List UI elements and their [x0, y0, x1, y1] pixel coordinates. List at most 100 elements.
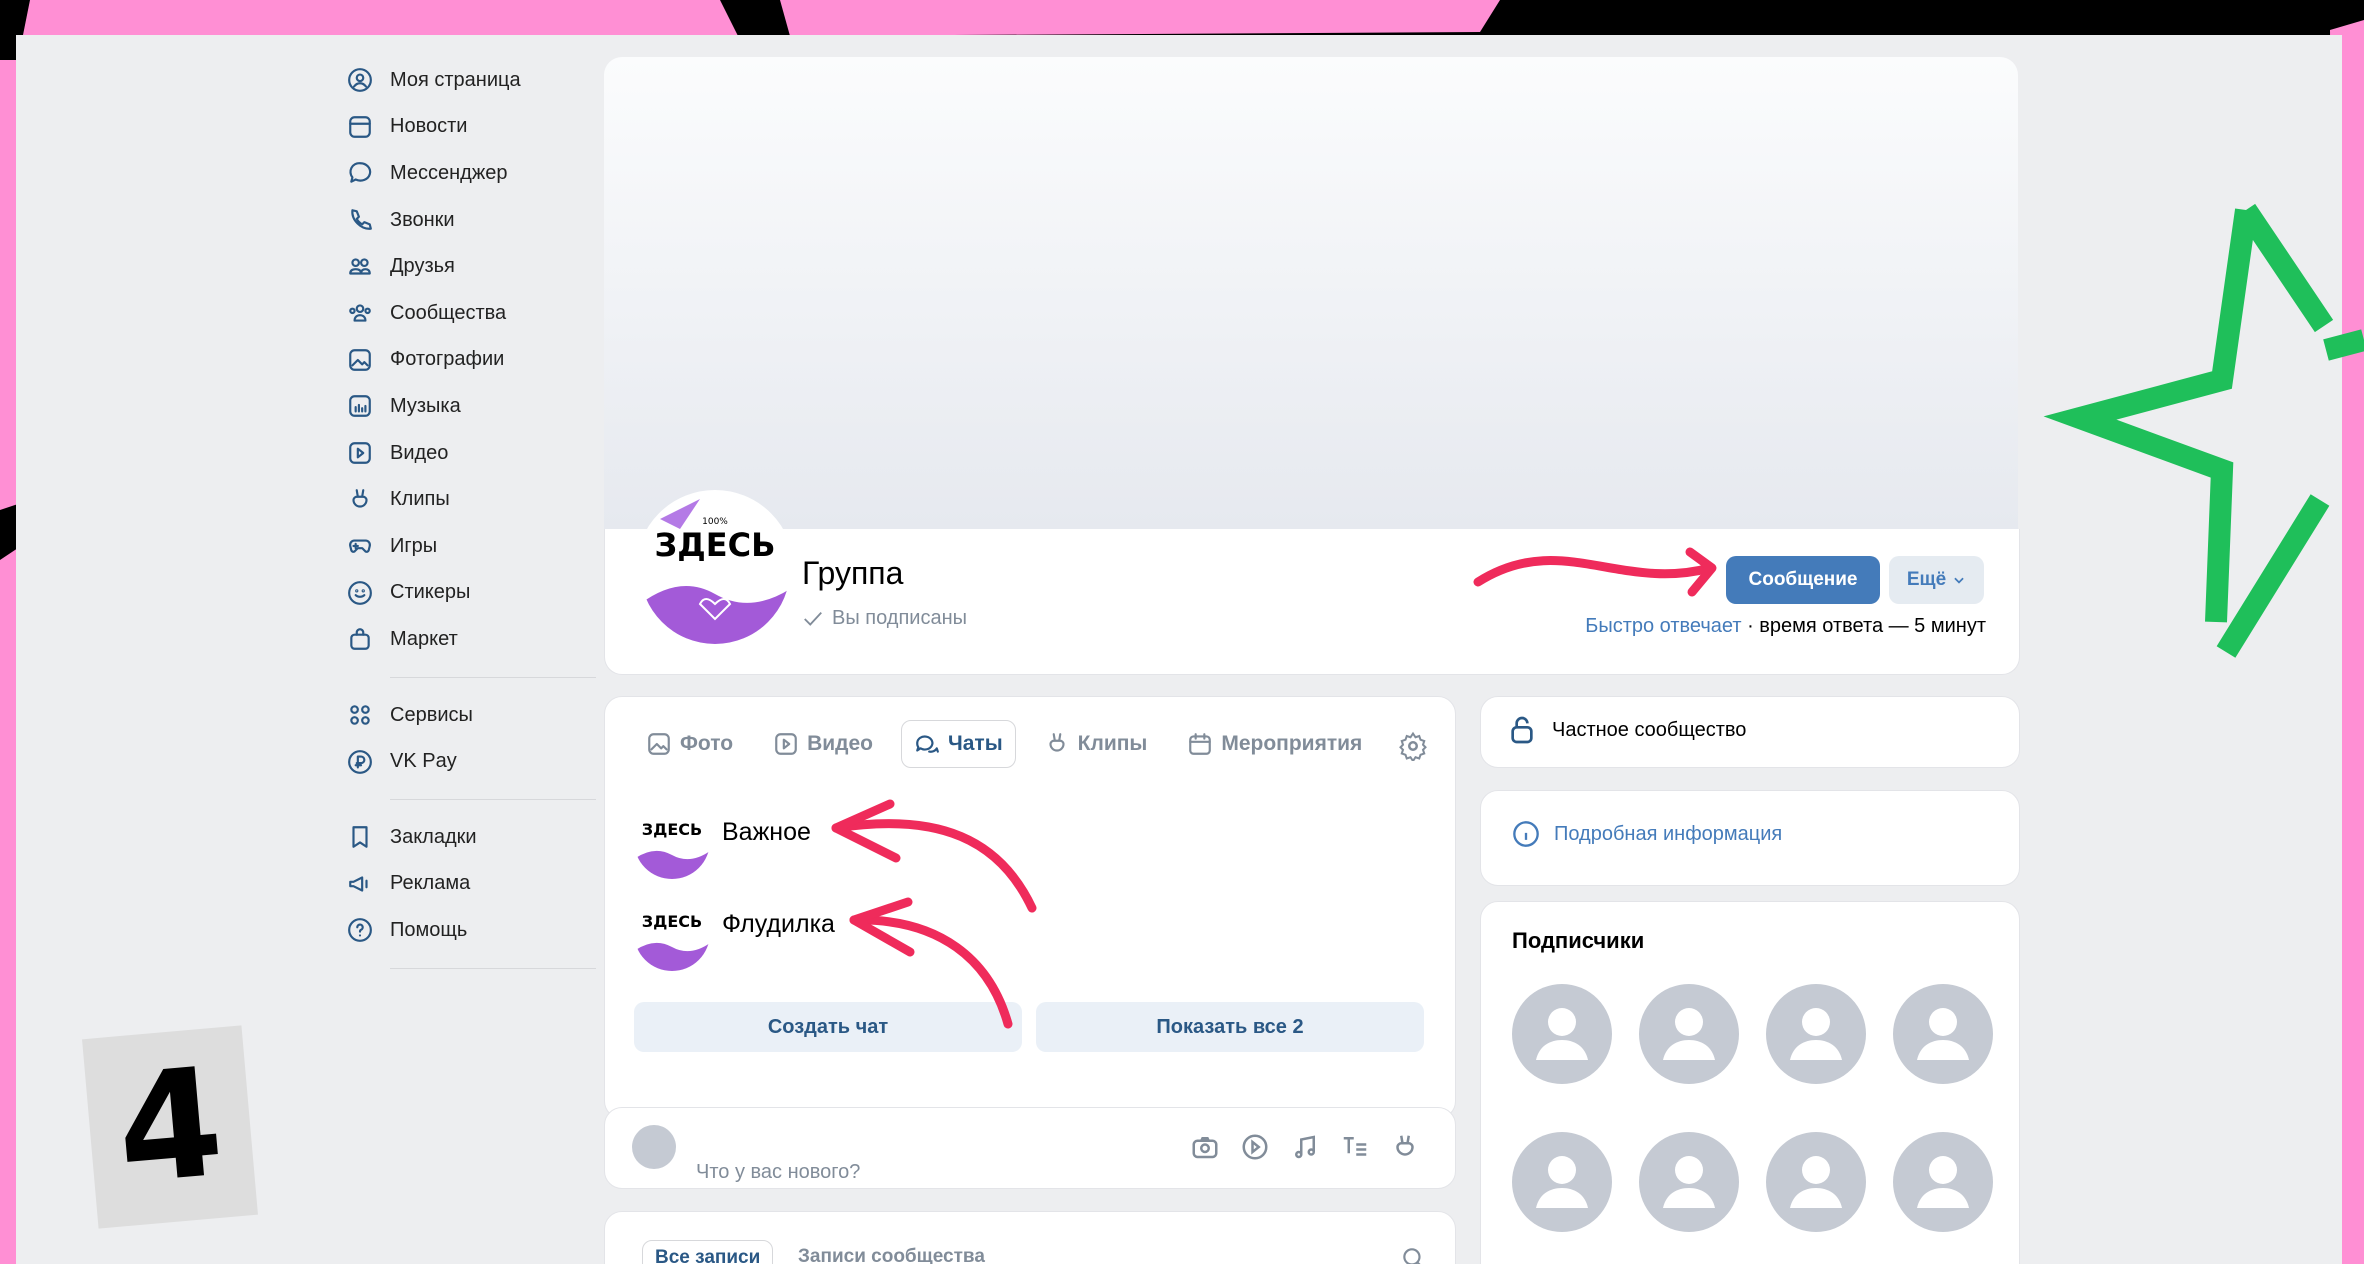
subscriber-avatar[interactable]	[1893, 984, 1993, 1084]
sidebar-item-my-page[interactable]: Моя страница	[346, 57, 596, 104]
subscribed-label: Вы подписаны	[832, 607, 967, 629]
phone-icon	[346, 206, 374, 234]
tab-video[interactable]: Видео	[761, 721, 885, 767]
subscriber-avatar[interactable]	[1766, 1132, 1866, 1232]
details-link[interactable]: Подробная информация	[1512, 820, 1782, 848]
composer-input[interactable]: Что у вас нового?	[696, 1161, 860, 1184]
music-note-icon[interactable]	[1290, 1132, 1320, 1162]
step-number: 4	[110, 1035, 230, 1219]
chat-name: Важное	[722, 817, 811, 846]
sidebar-item-video[interactable]: Видео	[346, 430, 596, 477]
friends-icon	[346, 253, 374, 281]
group-cover	[604, 57, 2018, 529]
sidebar-divider	[390, 967, 596, 969]
sidebar-item-label: Сервисы	[390, 703, 473, 726]
sidebar-item-label: Новости	[390, 115, 468, 138]
clips-icon	[346, 486, 374, 514]
subscriber-avatar[interactable]	[1512, 984, 1612, 1084]
gamepad-icon	[346, 532, 374, 560]
sidebar-item-photos[interactable]: Фотографии	[346, 337, 596, 384]
help-icon	[346, 916, 374, 944]
sidebar-item-news[interactable]: Новости	[346, 104, 596, 151]
sidebar-divider	[390, 676, 596, 678]
subscriber-avatar[interactable]	[1512, 1132, 1612, 1232]
tab-label: Видео	[807, 732, 873, 755]
sidebar-item-label: Мессенджер	[390, 161, 508, 184]
clips-icon	[1049, 733, 1065, 752]
tab-events[interactable]: Мероприятия	[1175, 721, 1374, 767]
tab-photos[interactable]: Фото	[634, 721, 745, 767]
composer-avatar	[632, 1125, 676, 1169]
step-badge: 4	[82, 1025, 258, 1229]
sidebar-item-label: Фотографии	[390, 348, 505, 371]
chat-item-flood[interactable]: ЗДЕСЬ Флудилка	[634, 895, 835, 971]
news-icon	[346, 113, 374, 141]
message-button[interactable]: Сообщение	[1726, 556, 1880, 604]
response-info: Быстро отвечает · время ответа — 5 минут	[1585, 615, 1986, 637]
sidebar-item-messenger[interactable]: Мессенджер	[346, 150, 596, 197]
sidebar-item-stickers[interactable]: Стикеры	[346, 570, 596, 617]
sidebar-item-label: Музыка	[390, 394, 461, 417]
gear-icon[interactable]	[1398, 731, 1428, 766]
sidebar-item-communities[interactable]: Сообщества	[346, 290, 596, 337]
svg-text:ЗДЕСЬ: ЗДЕСЬ	[655, 526, 776, 564]
subscribed-status[interactable]: Вы подписаны	[802, 607, 967, 630]
clips-icon[interactable]	[1390, 1132, 1420, 1162]
tab-label: Мероприятия	[1221, 732, 1363, 755]
sidebar-item-label: Звонки	[390, 208, 455, 231]
sidebar-item-friends[interactable]: Друзья	[346, 243, 596, 290]
tab-label: Фото	[680, 732, 734, 755]
sidebar-item-bookmarks[interactable]: Закладки	[346, 814, 596, 861]
create-chat-button[interactable]: Создать чат	[634, 1002, 1022, 1052]
calendar-icon	[1189, 733, 1212, 755]
sidebar-item-services[interactable]: Сервисы	[346, 692, 596, 739]
video-icon	[775, 733, 797, 755]
tab-label: Чаты	[948, 732, 1003, 755]
sidebar: Моя страница Новости Мессенджер Звонки Д…	[346, 57, 596, 983]
sidebar-item-ads[interactable]: Реклама	[346, 861, 596, 908]
sidebar-item-label: Реклама	[390, 872, 471, 895]
tab-label: Клипы	[1077, 732, 1148, 755]
group-avatar[interactable]: 100% ЗДЕСЬ	[636, 490, 794, 648]
services-icon	[346, 701, 374, 729]
sidebar-item-clips[interactable]: Клипы	[346, 476, 596, 523]
svg-text:ЗДЕСЬ: ЗДЕСЬ	[642, 820, 702, 839]
sidebar-divider	[390, 798, 596, 800]
check-icon	[804, 611, 822, 626]
group-name: Группа	[802, 555, 904, 591]
sidebar-item-vkpay[interactable]: VK Pay	[346, 738, 596, 785]
wall-tab-all[interactable]: Все записи	[642, 1240, 774, 1264]
wall-tab-community[interactable]: Записи сообщества	[798, 1246, 985, 1264]
video-icon	[346, 439, 374, 467]
tab-chats[interactable]: Чаты	[901, 720, 1016, 768]
more-button[interactable]: Ещё	[1889, 556, 1984, 604]
article-icon[interactable]	[1340, 1132, 1370, 1162]
sidebar-item-games[interactable]: Игры	[346, 523, 596, 570]
chevron-down-icon	[1954, 577, 1964, 584]
details-label: Подробная информация	[1554, 822, 1783, 845]
subscriber-avatar[interactable]	[1639, 1132, 1739, 1232]
subscribers-title: Подписчики	[1512, 928, 1645, 953]
show-all-button[interactable]: Показать все 2	[1036, 1002, 1424, 1052]
sidebar-item-label: Друзья	[390, 255, 455, 278]
camera-icon[interactable]	[1190, 1132, 1220, 1162]
megaphone-icon	[346, 870, 374, 898]
photo-icon	[346, 346, 374, 374]
sidebar-item-help[interactable]: Помощь	[346, 907, 596, 954]
sidebar-item-calls[interactable]: Звонки	[346, 197, 596, 244]
subscriber-avatar[interactable]	[1893, 1132, 1993, 1232]
private-label: Частное сообщество	[1552, 718, 1747, 741]
video-play-icon[interactable]	[1240, 1132, 1270, 1162]
message-bubble-icon	[346, 159, 374, 187]
sidebar-item-label: Игры	[390, 534, 438, 557]
sidebar-item-market[interactable]: Маркет	[346, 616, 596, 663]
subscriber-avatar[interactable]	[1766, 984, 1866, 1084]
bookmark-icon	[346, 823, 374, 851]
search-icon[interactable]	[1400, 1245, 1426, 1264]
sidebar-item-music[interactable]: Музыка	[346, 383, 596, 430]
communities-icon	[346, 299, 374, 327]
chat-item-important[interactable]: ЗДЕСЬ Важное	[634, 803, 811, 879]
subscriber-avatar[interactable]	[1639, 984, 1739, 1084]
bag-icon	[346, 625, 374, 653]
tab-clips[interactable]: Клипы	[1032, 721, 1160, 767]
